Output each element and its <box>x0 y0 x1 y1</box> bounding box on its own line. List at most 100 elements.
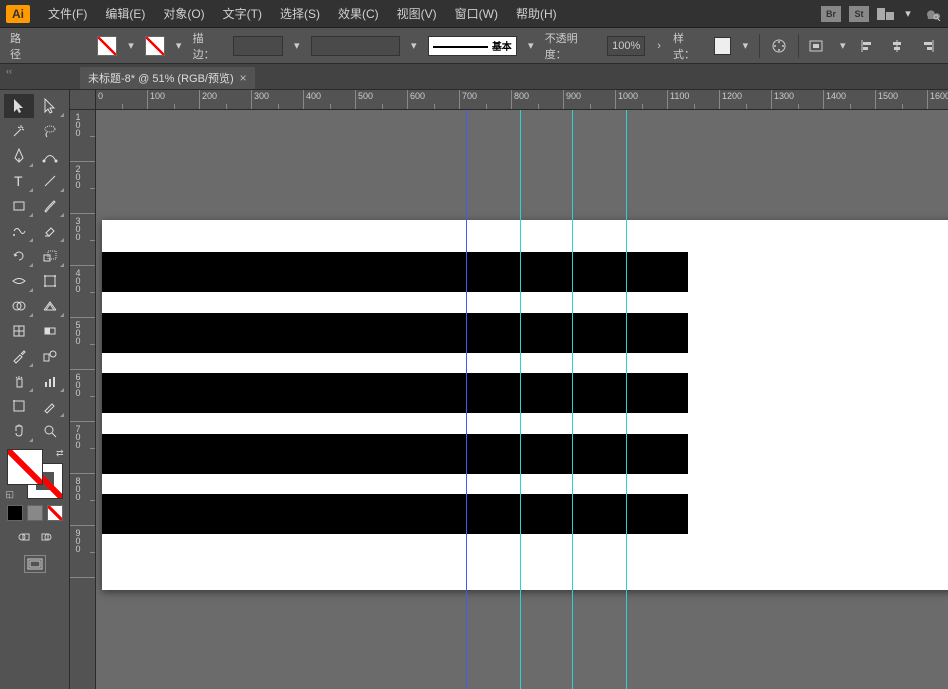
pen-tool[interactable] <box>4 144 34 168</box>
draw-behind-icon[interactable] <box>38 529 54 545</box>
perspective-grid-tool[interactable] <box>35 294 65 318</box>
draw-normal-icon[interactable] <box>16 529 32 545</box>
fill-stroke-indicator[interactable]: ⇄ ◱ <box>7 449 63 499</box>
workspace-dropdown-arrow[interactable]: ▾ <box>902 4 914 24</box>
document-tab-title: 未标题-8* @ 51% (RGB/预览) <box>88 70 234 86</box>
artwork-rectangle[interactable] <box>102 434 688 474</box>
eyedropper-tool[interactable] <box>4 344 34 368</box>
style-dropdown[interactable]: ▾ <box>739 36 751 56</box>
artboard <box>102 220 948 590</box>
vertical-guide[interactable] <box>572 90 573 689</box>
align-right-icon[interactable] <box>916 35 938 57</box>
horizontal-ruler[interactable]: 0100200300400500600700800900100011001200… <box>96 90 948 110</box>
stock-icon[interactable]: St <box>849 6 869 22</box>
vertical-ruler[interactable]: 100200300400500600700800900 <box>70 110 96 689</box>
graphic-style-swatch[interactable] <box>714 37 732 55</box>
align-to-dropdown[interactable]: ▾ <box>837 36 849 56</box>
swap-fill-stroke-icon[interactable]: ⇄ <box>56 448 64 459</box>
lasso-tool[interactable] <box>35 119 65 143</box>
expand-panels-icon[interactable]: ‹‹ <box>6 66 16 76</box>
main-area: T ⇄ ◱ <box>0 90 948 689</box>
rectangle-tool[interactable] <box>4 194 34 218</box>
artwork-rectangle[interactable] <box>102 313 688 353</box>
align-to-icon[interactable] <box>807 35 829 57</box>
blend-tool[interactable] <box>35 344 65 368</box>
shape-builder-tool[interactable] <box>4 294 34 318</box>
symbol-sprayer-tool[interactable] <box>4 369 34 393</box>
bridge-icon[interactable]: Br <box>821 6 841 22</box>
menu-window[interactable]: 窗口(W) <box>447 1 506 26</box>
variable-width-dropdown[interactable]: ▾ <box>408 36 420 56</box>
artwork-rectangle[interactable] <box>102 494 688 534</box>
menu-select[interactable]: 选择(S) <box>272 1 328 26</box>
ruler-tick: 800 <box>70 474 95 526</box>
default-fill-stroke-icon[interactable]: ◱ <box>6 489 15 500</box>
close-tab-icon[interactable]: × <box>240 71 247 85</box>
mesh-tool[interactable] <box>4 319 34 343</box>
ruler-tick: 600 <box>408 90 460 109</box>
menu-help[interactable]: 帮助(H) <box>508 1 565 26</box>
menu-type[interactable]: 文字(T) <box>215 1 270 26</box>
workspace-switcher-icon[interactable] <box>877 8 894 20</box>
stroke-swatch[interactable] <box>145 36 165 56</box>
rotate-tool[interactable] <box>4 244 34 268</box>
recolor-artwork-icon[interactable] <box>768 35 790 57</box>
slice-tool[interactable] <box>35 394 65 418</box>
zoom-tool[interactable] <box>35 419 65 443</box>
gradient-tool[interactable] <box>35 319 65 343</box>
fill-dropdown[interactable]: ▾ <box>125 36 137 56</box>
opacity-dropdown[interactable]: › <box>653 36 665 56</box>
vertical-guide[interactable] <box>466 90 467 689</box>
selection-tool[interactable] <box>4 94 34 118</box>
ruler-origin[interactable] <box>70 90 96 110</box>
artwork-rectangle[interactable] <box>102 373 688 413</box>
brush-dropdown[interactable]: ▾ <box>525 36 537 56</box>
menu-edit[interactable]: 编辑(E) <box>97 1 153 26</box>
ruler-tick: 1000 <box>616 90 668 109</box>
selection-type-label: 路径 <box>10 30 32 62</box>
artboard-tool[interactable] <box>4 394 34 418</box>
free-transform-tool[interactable] <box>35 269 65 293</box>
vertical-guide[interactable] <box>626 90 627 689</box>
stroke-weight-dropdown[interactable]: ▾ <box>291 36 303 56</box>
paintbrush-tool[interactable] <box>35 194 65 218</box>
vertical-guide[interactable] <box>520 90 521 689</box>
color-mode-none[interactable] <box>47 505 63 521</box>
document-tab[interactable]: 未标题-8* @ 51% (RGB/预览) × <box>80 67 255 89</box>
curvature-tool[interactable] <box>35 144 65 168</box>
width-tool[interactable] <box>4 269 34 293</box>
magic-wand-tool[interactable] <box>4 119 34 143</box>
search-adobe-icon[interactable] <box>922 6 942 22</box>
color-mode-solid[interactable] <box>7 505 23 521</box>
color-mode-gradient[interactable] <box>27 505 43 521</box>
stroke-weight-input[interactable] <box>233 36 283 56</box>
variable-width-profile[interactable] <box>311 36 400 56</box>
opacity-input[interactable]: 100% <box>607 36 645 56</box>
eraser-tool[interactable] <box>35 219 65 243</box>
type-tool[interactable]: T <box>4 169 34 193</box>
brush-definition[interactable]: 基本 <box>428 36 517 56</box>
menu-file[interactable]: 文件(F) <box>40 1 95 26</box>
line-segment-tool[interactable] <box>35 169 65 193</box>
menu-effect[interactable]: 效果(C) <box>330 1 387 26</box>
ruler-tick: 1100 <box>668 90 720 109</box>
menu-view[interactable]: 视图(V) <box>389 1 445 26</box>
ruler-tick: 1200 <box>720 90 772 109</box>
color-mode-row <box>7 505 63 521</box>
menu-object[interactable]: 对象(O) <box>155 1 212 26</box>
screen-mode-icon[interactable] <box>24 555 46 573</box>
ruler-tick: 400 <box>70 266 95 318</box>
direct-selection-tool[interactable] <box>35 94 65 118</box>
align-center-icon[interactable] <box>886 35 908 57</box>
svg-text:T: T <box>14 174 23 188</box>
hand-tool[interactable] <box>4 419 34 443</box>
scale-tool[interactable] <box>35 244 65 268</box>
fill-swatch[interactable] <box>97 36 117 56</box>
shaper-tool[interactable] <box>4 219 34 243</box>
align-left-icon[interactable] <box>857 35 879 57</box>
canvas-area[interactable]: 0100200300400500600700800900100011001200… <box>70 90 948 689</box>
fill-indicator[interactable] <box>7 449 43 485</box>
column-graph-tool[interactable] <box>35 369 65 393</box>
artwork-rectangle[interactable] <box>102 252 688 292</box>
stroke-dropdown[interactable]: ▾ <box>173 36 185 56</box>
